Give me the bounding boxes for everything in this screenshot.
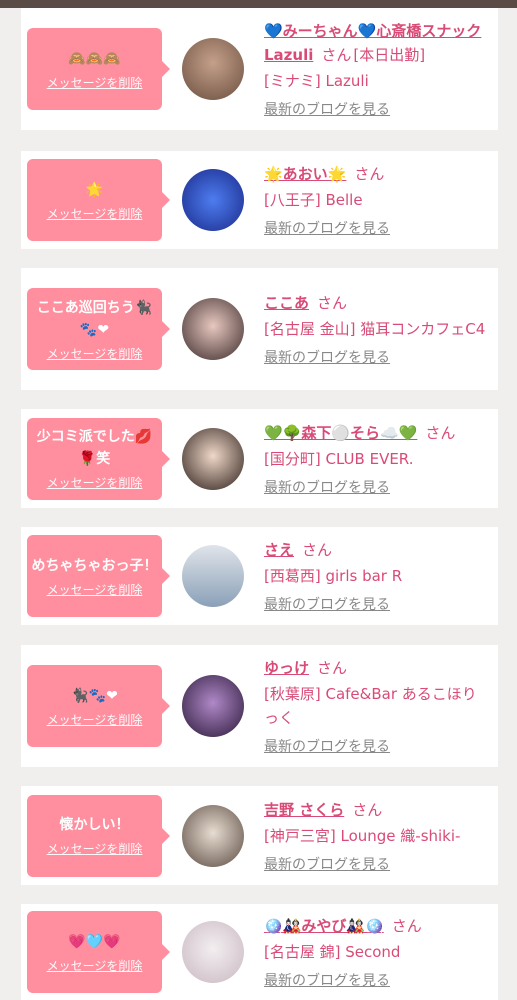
message-text: 🙈🙈🙈 [68, 50, 121, 67]
list-item: めちゃちゃおっ子！ メッセージを削除 さえ さん [西葛西] girls bar … [21, 527, 498, 625]
avatar[interactable] [182, 298, 244, 360]
message-text: 💗🩵💗 [68, 933, 121, 950]
honorific: さん [321, 46, 352, 64]
avatar[interactable] [182, 545, 244, 607]
delete-message-link[interactable]: メッセージを削除 [47, 474, 143, 491]
delete-message-link[interactable]: メッセージを削除 [47, 205, 143, 222]
latest-blog-link[interactable]: 最新のブログを見る [264, 99, 390, 119]
shop-name: [名古屋 金山] 猫耳コンカフェC4 [264, 320, 486, 338]
message-bubble: 🙈🙈🙈 メッセージを削除 [27, 28, 170, 110]
cast-name-link[interactable]: ゆっけ [264, 659, 309, 677]
cast-info: 🪩🎎みやび🎎🪩 さん [名古屋 錦] Second 最新のブログを見る [264, 914, 489, 990]
shop-name: [八王子] Belle [264, 191, 363, 209]
shop-name: [神戸三宮] Lounge 織-shiki- [264, 826, 461, 845]
delete-message-link[interactable]: メッセージを削除 [47, 74, 143, 91]
top-bar [0, 0, 517, 8]
message-bubble: 🌟 メッセージを削除 [27, 159, 170, 241]
delete-message-link[interactable]: メッセージを削除 [47, 581, 143, 598]
shop-name: [秋葉原] Cafe&Bar あるこほりっく [264, 685, 477, 727]
message-text: ここあ巡回ちう🐈‍⬛🐾❤ [36, 299, 153, 338]
message-bubble: 💗🩵💗 メッセージを削除 [27, 911, 170, 993]
cast-name-link[interactable]: さえ [264, 541, 294, 559]
list-item: 🌟 メッセージを削除 🌟あおい🌟 さん [八王子] Belle 最新のブログを見る [21, 151, 498, 249]
message-text: 🐈‍⬛🐾❤ [71, 687, 118, 704]
latest-blog-link[interactable]: 最新のブログを見る [264, 594, 390, 614]
cast-info: ここあ さん [名古屋 金山] 猫耳コンカフェC4 最新のブログを見る [264, 291, 489, 367]
message-bubble: 🐈‍⬛🐾❤ メッセージを削除 [27, 665, 170, 747]
message-text: 懐かしい！ [59, 817, 130, 833]
list-item: 少コミ派でした💋🌹笑 メッセージを削除 💚🌳森下⚪️そら☁️💚 さん [国分町] … [21, 409, 498, 508]
list-item: 💗🩵💗 メッセージを削除 🪩🎎みやび🎎🪩 さん [名古屋 錦] Second 最新… [21, 904, 498, 1000]
delete-message-link[interactable]: メッセージを削除 [47, 957, 143, 974]
honorific: さん [352, 800, 383, 819]
cast-info: ゆっけ さん [秋葉原] Cafe&Bar あるこほりっく 最新のブログを見る [264, 656, 489, 756]
latest-blog-link[interactable]: 最新のブログを見る [264, 970, 390, 990]
message-text: 少コミ派でした💋🌹笑 [36, 429, 153, 467]
shop-name: [西葛西] girls bar R [264, 567, 403, 585]
honorific: さん [354, 165, 385, 183]
cast-name-link[interactable]: ここあ [264, 294, 309, 312]
list-item: 懐かしい！ メッセージを削除 吉野 さくら さん [神戸三宮] Lounge 織-… [21, 786, 498, 885]
message-text: めちゃちゃおっ子！ [31, 557, 158, 574]
honorific: さん [391, 917, 422, 935]
avatar[interactable] [182, 804, 244, 867]
avatar[interactable] [182, 38, 244, 100]
message-bubble: めちゃちゃおっ子！ メッセージを削除 [27, 535, 170, 617]
latest-blog-link[interactable]: 最新のブログを見る [264, 218, 390, 238]
avatar[interactable] [182, 675, 244, 737]
cast-info: さえ さん [西葛西] girls bar R 最新のブログを見る [264, 538, 489, 614]
latest-blog-link[interactable]: 最新のブログを見る [264, 736, 390, 756]
latest-blog-link[interactable]: 最新のブログを見る [264, 854, 390, 874]
honorific: さん [317, 659, 348, 677]
list-item: 🐈‍⬛🐾❤ メッセージを削除 ゆっけ さん [秋葉原] Cafe&Bar あるこほ… [21, 645, 498, 767]
list-item: 🙈🙈🙈 メッセージを削除 💙みーちゃん💙心斎橋スナックLazuli さん [本日出勤… [21, 8, 498, 130]
message-bubble: 少コミ派でした💋🌹笑 メッセージを削除 [27, 417, 170, 500]
cast-name-link[interactable]: 💚🌳森下⚪️そら☁️💚 [264, 424, 417, 442]
avatar[interactable] [182, 169, 244, 231]
cast-info: 吉野 さくら さん [神戸三宮] Lounge 織-shiki- 最新のブログを見… [264, 798, 489, 874]
latest-blog-link[interactable]: 最新のブログを見る [264, 347, 390, 367]
cast-info: 💙みーちゃん💙心斎橋スナックLazuli さん [本日出勤] [ミナミ] Lazul… [264, 19, 489, 119]
message-bubble: ここあ巡回ちう🐈‍⬛🐾❤ メッセージを削除 [27, 288, 170, 370]
shop-name: [国分町] CLUB EVER. [264, 449, 414, 468]
message-bubble: 懐かしい！ メッセージを削除 [27, 794, 170, 877]
cast-info: 💚🌳森下⚪️そら☁️💚 さん [国分町] CLUB EVER. 最新のブログを見る [264, 421, 489, 497]
honorific: さん [302, 541, 333, 559]
avatar[interactable] [182, 921, 244, 983]
shop-name: [名古屋 錦] Second [264, 943, 401, 961]
delete-message-link[interactable]: メッセージを削除 [47, 840, 143, 857]
delete-message-link[interactable]: メッセージを削除 [47, 345, 143, 362]
latest-blog-link[interactable]: 最新のブログを見る [264, 477, 390, 497]
status-badge: [本日出勤] [353, 46, 426, 64]
cast-name-link[interactable]: 🪩🎎みやび🎎🪩 [264, 917, 384, 935]
cast-name-link[interactable]: 吉野 さくら [264, 801, 344, 819]
message-text: 🌟 [85, 181, 104, 198]
cast-info: 🌟あおい🌟 さん [八王子] Belle 最新のブログを見る [264, 162, 489, 238]
cast-name-link[interactable]: 🌟あおい🌟 [264, 165, 346, 183]
honorific: さん [425, 423, 456, 442]
delete-message-link[interactable]: メッセージを削除 [47, 711, 143, 728]
list-item: ここあ巡回ちう🐈‍⬛🐾❤ メッセージを削除 ここあ さん [名古屋 金山] 猫耳コ… [21, 268, 498, 390]
honorific: さん [317, 294, 348, 312]
shop-name: [ミナミ] Lazuli [264, 72, 369, 90]
avatar[interactable] [182, 427, 244, 490]
